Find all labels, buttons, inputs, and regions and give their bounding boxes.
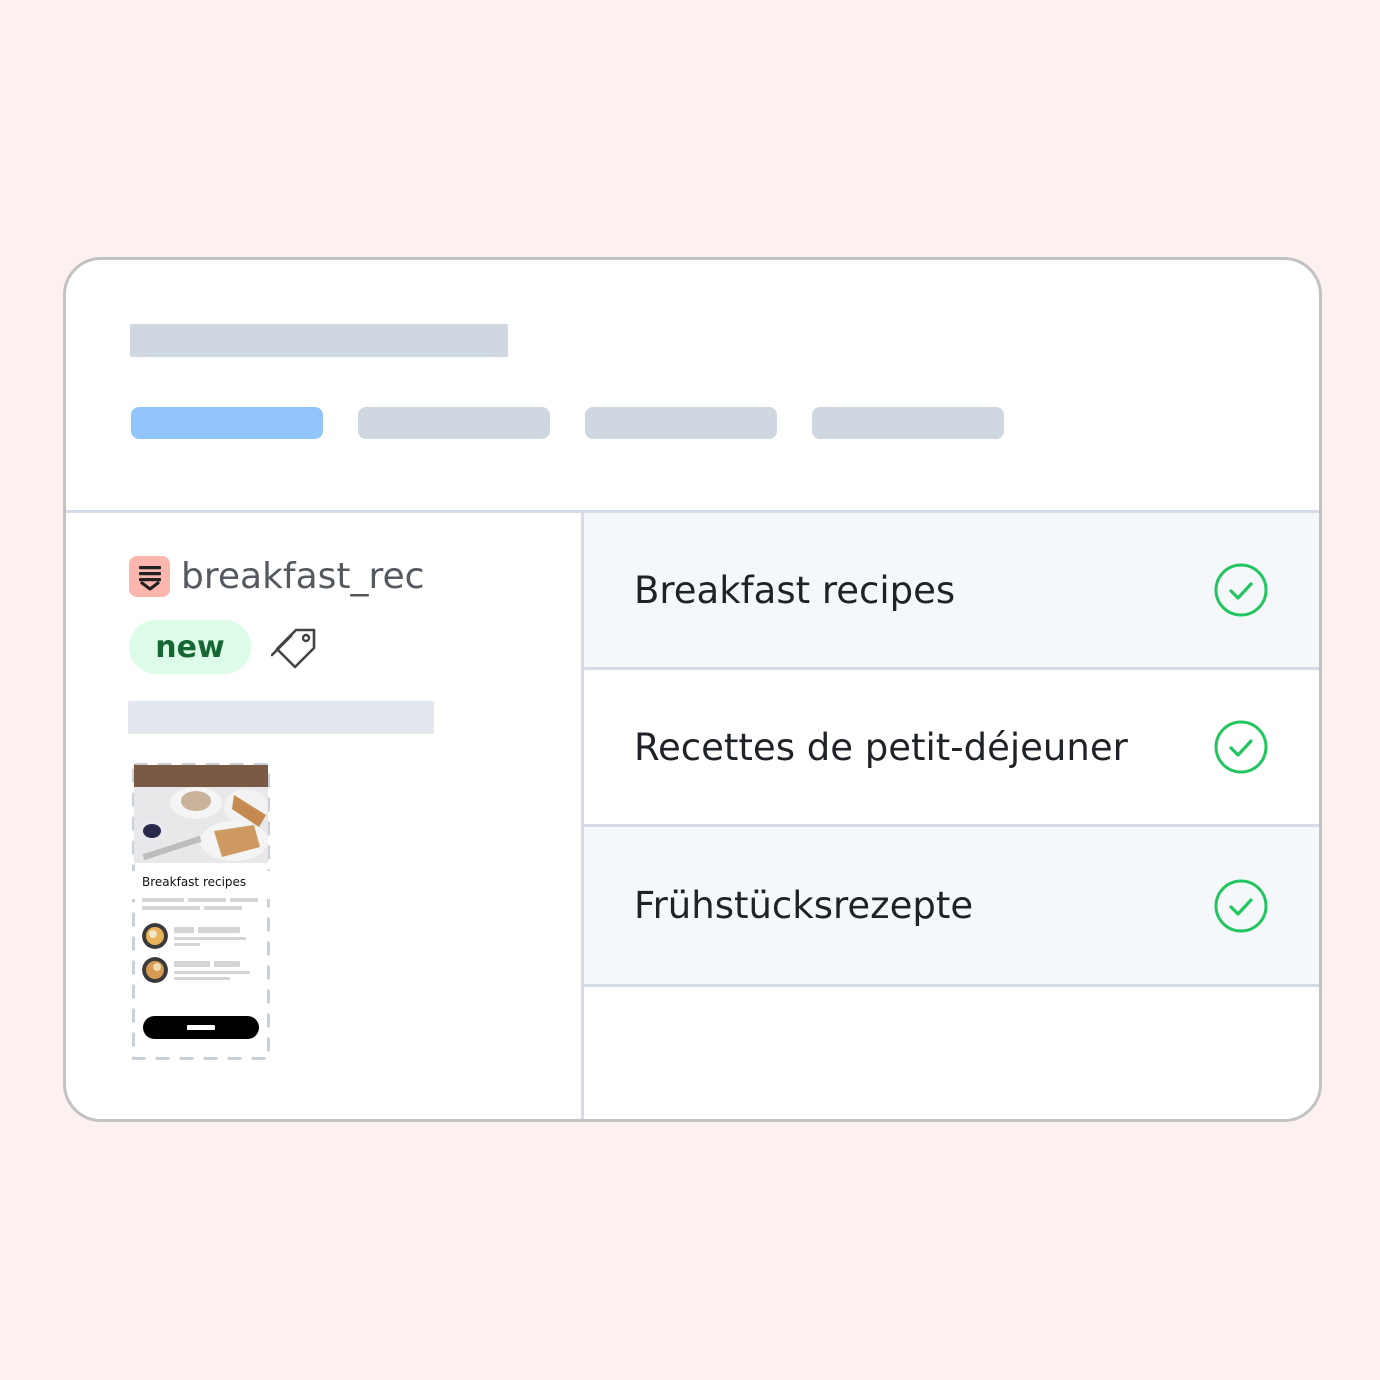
preview-text-line bbox=[188, 898, 226, 902]
translation-text: Recettes de petit-déjeuner bbox=[634, 725, 1128, 769]
badge-row: new bbox=[129, 620, 323, 674]
preview-text-line bbox=[174, 961, 210, 967]
email-preview-thumbnail[interactable]: Breakfast recipes bbox=[132, 763, 270, 1060]
preview-text-line bbox=[142, 906, 200, 910]
breakfast-photo bbox=[134, 765, 268, 863]
check-circle-icon bbox=[1214, 563, 1268, 617]
page-title-placeholder bbox=[130, 324, 508, 357]
check-circle-icon bbox=[1214, 879, 1268, 932]
tab-4[interactable] bbox=[812, 407, 1004, 439]
preview-text-line bbox=[174, 977, 230, 980]
preview-text-line bbox=[230, 898, 258, 902]
preview-text-line bbox=[174, 927, 194, 933]
file-name: breakfast_rec bbox=[181, 556, 425, 597]
description-placeholder bbox=[128, 701, 434, 734]
preview-text-line bbox=[198, 927, 240, 933]
translation-row-french[interactable]: Recettes de petit-déjeuner bbox=[584, 670, 1319, 827]
preview-text-line bbox=[214, 961, 240, 967]
preview-text-line bbox=[204, 906, 242, 910]
translation-text: Breakfast recipes bbox=[634, 568, 956, 612]
preview-cta-button bbox=[143, 1016, 259, 1039]
content-card: breakfast_rec new Breakfast recipes Brea… bbox=[63, 257, 1322, 1122]
tab-2[interactable] bbox=[358, 407, 550, 439]
tag-icon[interactable] bbox=[271, 625, 323, 669]
translation-row-german[interactable]: Frühstücksrezepte bbox=[584, 827, 1319, 987]
translation-text: Frühstücksrezepte bbox=[634, 884, 974, 927]
preview-text-line bbox=[174, 971, 250, 974]
preview-text-line bbox=[174, 943, 200, 946]
preview-text-line bbox=[142, 898, 184, 902]
tab-3[interactable] bbox=[585, 407, 777, 439]
preview-thumb-image bbox=[142, 957, 168, 983]
status-badge: new bbox=[129, 620, 251, 674]
preview-text-line bbox=[174, 937, 246, 940]
preview-thumb-image bbox=[142, 923, 168, 949]
document-download-icon bbox=[129, 556, 170, 597]
check-circle-icon bbox=[1214, 720, 1268, 774]
preview-title: Breakfast recipes bbox=[132, 871, 270, 899]
translation-row-english[interactable]: Breakfast recipes bbox=[584, 513, 1319, 670]
file-header[interactable]: breakfast_rec bbox=[129, 556, 424, 597]
tab-1-active[interactable] bbox=[131, 407, 323, 439]
